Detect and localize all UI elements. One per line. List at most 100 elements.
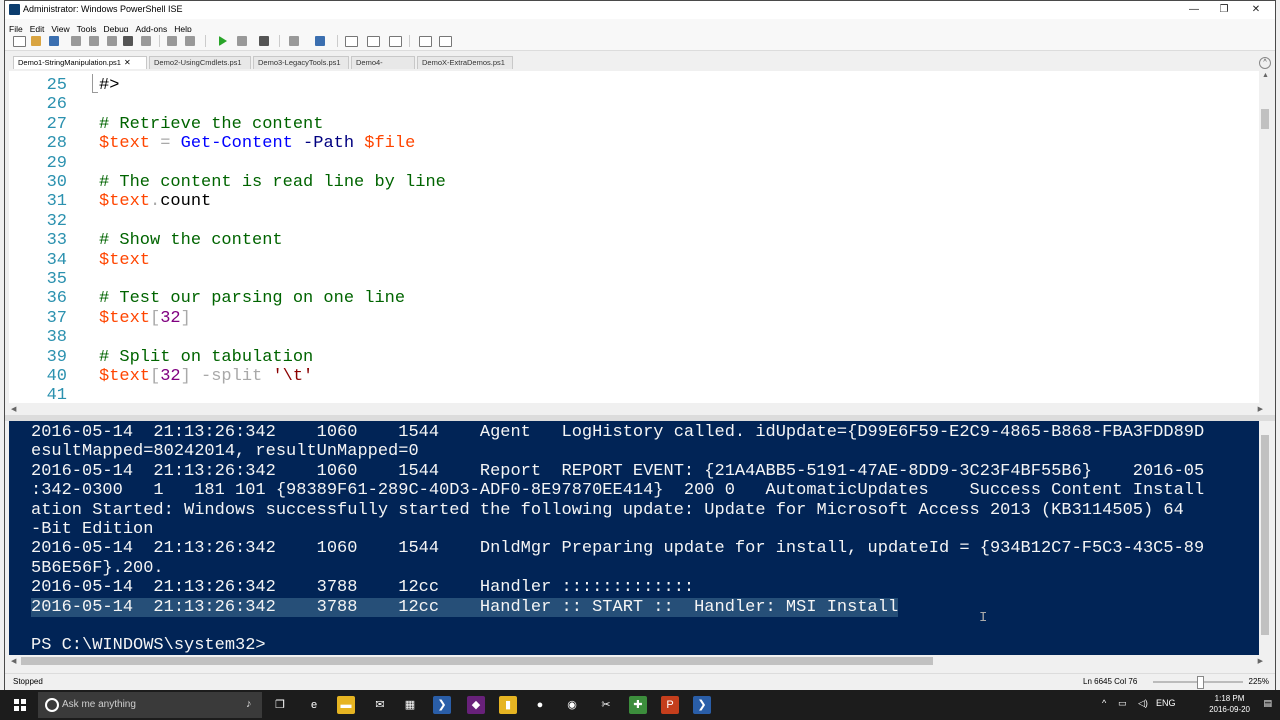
network-icon[interactable]: ▭ — [1118, 698, 1127, 709]
code-line[interactable]: 41 — [9, 386, 1249, 403]
code-line[interactable]: 37 $text[32] — [9, 309, 1249, 328]
editor-scroll-thumb[interactable] — [1261, 109, 1269, 129]
edge-icon[interactable]: e — [305, 696, 323, 714]
console-output-line[interactable]: 2016-05-14 21:13:26:342 1060 1544 DnldMg… — [31, 539, 1204, 558]
zoom-slider-thumb[interactable] — [1197, 676, 1204, 689]
console-vertical-scrollbar[interactable] — [1259, 421, 1271, 655]
snipping-tool-icon[interactable]: ✂ — [597, 696, 615, 714]
save-icon[interactable] — [49, 36, 59, 46]
console-prompt[interactable]: PS C:\WINDOWS\system32> — [31, 636, 266, 655]
powershell-console-icon[interactable] — [315, 36, 325, 46]
code-line[interactable]: 35 — [9, 270, 1249, 289]
cortana-search-box[interactable]: Ask me anything ♪ — [38, 692, 262, 718]
greenshot-icon[interactable]: ✚ — [629, 696, 647, 714]
code-line[interactable]: 29 — [9, 154, 1249, 173]
powershell-icon[interactable]: ❯ — [433, 696, 451, 714]
show-command-window-icon[interactable] — [419, 36, 432, 47]
toolbar-separator — [279, 35, 280, 47]
file-explorer-icon[interactable]: ▬ — [337, 696, 355, 714]
console-output-line[interactable]: -Bit Edition — [31, 520, 153, 539]
calculator-icon[interactable]: ▦ — [401, 696, 419, 714]
powershell-ise-icon[interactable]: ❯ — [693, 696, 711, 714]
line-number: 27 — [46, 114, 67, 134]
code-line[interactable]: 25 #> — [9, 76, 1249, 95]
task-view-icon[interactable]: ❐ — [271, 696, 289, 714]
console-output-line[interactable]: 2016-05-14 21:13:26:342 1060 1544 Report… — [31, 462, 1204, 481]
console-output-line[interactable]: :342-0300 1 181 101 {98389F61-289C-40D3-… — [31, 481, 1204, 500]
run-command-icon[interactable] — [141, 36, 151, 46]
clear-console-icon[interactable] — [123, 36, 133, 46]
code-token: 32 — [160, 367, 181, 386]
tab-demo1[interactable]: Demo1-StringManipulation.ps1 ✕ — [13, 56, 147, 69]
code-line[interactable]: 30 # The content is read line by line — [9, 173, 1249, 192]
scroll-left-arrow-icon[interactable]: ◀ — [11, 657, 16, 665]
remote-session-icon[interactable] — [289, 36, 299, 46]
editor-horizontal-scrollbar[interactable]: ◀ ▶ — [9, 403, 1265, 415]
github-icon[interactable]: ● — [531, 696, 549, 714]
console-output-line[interactable]: 2016-05-14 21:13:26:342 1060 1544 Agent … — [31, 423, 1204, 442]
show-script-pane-maximized-icon[interactable] — [389, 36, 402, 47]
console-output-line[interactable]: esultMapped=80242014, resultUnMapped=0 — [31, 442, 419, 461]
code-line[interactable]: 38 — [9, 328, 1249, 347]
run-selection-icon[interactable] — [237, 36, 247, 46]
redo-icon[interactable] — [185, 36, 195, 46]
code-line[interactable]: 27 # Retrieve the content — [9, 115, 1249, 134]
scroll-right-arrow-icon[interactable]: ▶ — [1258, 405, 1263, 413]
tab-demo2[interactable]: Demo2-UsingCmdlets.ps1 — [149, 56, 251, 69]
console-horizontal-scrollbar[interactable]: ◀ ▶ — [9, 655, 1265, 667]
paste-icon[interactable] — [107, 36, 117, 46]
mail-icon[interactable]: ✉ — [371, 696, 389, 714]
code-line[interactable]: 31 $text.count — [9, 192, 1249, 211]
console-output-line[interactable]: 2016-05-14 21:13:26:342 3788 12cc Handle… — [31, 578, 694, 597]
maximize-button[interactable]: ❐ — [1209, 1, 1239, 19]
console-output-line[interactable]: 2016-05-14 21:13:26:342 3788 12cc Handle… — [31, 597, 899, 617]
scroll-left-arrow-icon[interactable]: ◀ — [11, 405, 16, 413]
code-line[interactable]: 26 — [9, 95, 1249, 114]
notes-icon[interactable]: ▮ — [499, 696, 517, 714]
code-line[interactable]: 39 # Split on tabulation — [9, 348, 1249, 367]
code-line[interactable]: 40 $text[32] -split '\t' — [9, 367, 1249, 386]
keyboard-language[interactable]: ENG — [1156, 698, 1176, 708]
stop-icon[interactable] — [259, 36, 269, 46]
code-line[interactable]: 36 # Test our parsing on one line — [9, 289, 1249, 308]
code-line[interactable]: 33 # Show the content — [9, 231, 1249, 250]
run-script-icon[interactable] — [219, 36, 227, 46]
console-output-line[interactable]: 5B6E56F}.200. — [31, 559, 164, 578]
clock[interactable]: 1:18 PM 2016-09-20 — [1209, 693, 1250, 715]
new-file-icon[interactable] — [13, 36, 26, 47]
volume-icon[interactable]: ◁) — [1138, 698, 1148, 709]
tab-demo3[interactable]: Demo3-LegacyTools.ps1 — [253, 56, 349, 69]
open-file-icon[interactable] — [31, 36, 41, 46]
collapse-script-pane-icon[interactable]: ^ — [1259, 57, 1271, 69]
console-hscroll-thumb[interactable] — [21, 657, 933, 665]
show-script-pane-right-icon[interactable] — [367, 36, 380, 47]
copy-icon[interactable] — [89, 36, 99, 46]
script-editor[interactable]: 25 #> 26 27 # Retrieve the content 28 $text = … — [9, 71, 1265, 403]
powerpoint-icon[interactable]: P — [661, 696, 679, 714]
code-line[interactable]: 28 $text = Get-Content -Path $file — [9, 134, 1249, 153]
tab-demo4[interactable]: Demo4-PS5.ps1 — [351, 56, 415, 79]
console-output-line[interactable]: ation Started: Windows successfully star… — [31, 501, 1184, 520]
code-line[interactable]: 32 — [9, 212, 1249, 231]
tab-demox[interactable]: DemoX-ExtraDemos.ps1 — [417, 56, 513, 69]
show-script-pane-top-icon[interactable] — [345, 36, 358, 47]
console-pane[interactable]: I 2016-05-14 21:13:26:342 1060 1544 Agen… — [9, 421, 1265, 655]
visual-studio-icon[interactable]: ◆ — [467, 696, 485, 714]
chrome-icon[interactable]: ◉ — [563, 696, 581, 714]
code-token: #> — [99, 76, 120, 95]
editor-vertical-scrollbar[interactable]: ▲ — [1259, 71, 1271, 403]
minimize-button[interactable]: — — [1179, 1, 1209, 19]
tab-close-icon[interactable]: ✕ — [124, 58, 131, 67]
start-windows-icon[interactable] — [14, 699, 26, 711]
microphone-icon[interactable]: ♪ — [246, 698, 252, 710]
tray-arrow-icon[interactable]: ^ — [1102, 698, 1106, 708]
action-center-icon[interactable]: ▤ — [1263, 698, 1272, 709]
close-button[interactable]: ✕ — [1241, 1, 1271, 19]
undo-icon[interactable] — [167, 36, 177, 46]
show-command-addon-icon[interactable] — [439, 36, 452, 47]
scroll-right-arrow-icon[interactable]: ▶ — [1258, 657, 1263, 665]
scroll-up-arrow-icon[interactable]: ▲ — [1262, 72, 1269, 79]
cut-icon[interactable] — [71, 36, 81, 46]
code-line[interactable]: 34 $text — [9, 251, 1249, 270]
console-scroll-thumb[interactable] — [1261, 435, 1269, 635]
